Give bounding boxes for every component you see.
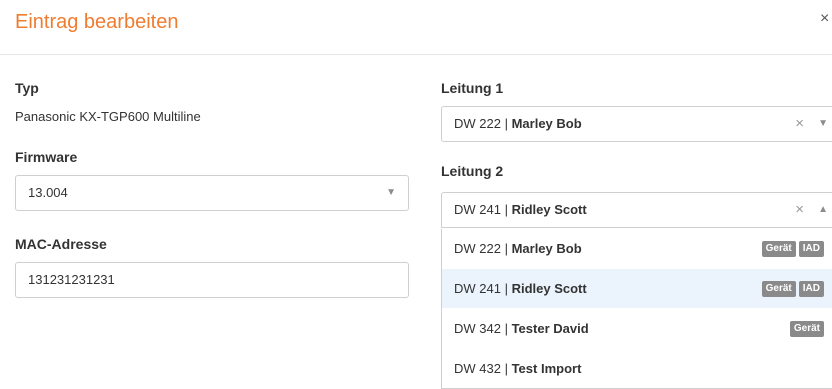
dialog-title: Eintrag bearbeiten	[15, 11, 179, 33]
badge-geraet: Gerät	[761, 240, 796, 257]
dropdown-option-selected[interactable]: DW 241 | Ridley Scott Gerät IAD	[442, 269, 832, 308]
typ-label: Typ	[15, 80, 39, 96]
mac-input[interactable]: 131231231231	[15, 262, 409, 298]
leitung2-label: Leitung 2	[441, 163, 504, 179]
badge-geraet: Gerät	[789, 320, 824, 337]
separator: |	[504, 116, 512, 131]
leitung2-dropdown: DW 222 | Marley Bob Gerät IAD DW 241 | R…	[441, 229, 832, 389]
option-name: Ridley Scott	[511, 281, 587, 296]
option-code: DW 342	[454, 321, 501, 336]
leitung1-label: Leitung 1	[441, 80, 504, 96]
close-icon[interactable]: ×	[820, 10, 829, 28]
option-code: DW 241	[454, 281, 501, 296]
leitung2-name: Ridley Scott	[511, 202, 587, 217]
leitung1-code: DW 222	[454, 116, 501, 131]
leitung1-name: Marley Bob	[511, 116, 582, 131]
dropdown-option[interactable]: DW 432 | Test Import	[442, 349, 832, 388]
option-badges: Gerät IAD	[761, 269, 824, 308]
typ-value: Panasonic KX-TGP600 Multiline	[15, 109, 201, 124]
clear-icon[interactable]: ×	[795, 193, 804, 227]
badge-iad: IAD	[798, 240, 824, 257]
leitung2-select[interactable]: DW 241 | Ridley Scott × ▲	[441, 192, 832, 228]
option-code: DW 432	[454, 361, 501, 376]
badge-geraet: Gerät	[761, 280, 796, 297]
mac-value: 131231231231	[28, 272, 115, 287]
firmware-value: 13.004	[28, 185, 68, 200]
dropdown-option[interactable]: DW 342 | Tester David Gerät	[442, 309, 832, 348]
firmware-select[interactable]: 13.004 ▼	[15, 175, 409, 211]
separator: |	[504, 202, 512, 217]
option-name: Marley Bob	[511, 241, 582, 256]
dropdown-option[interactable]: DW 222 | Marley Bob Gerät IAD	[442, 229, 832, 268]
option-name: Test Import	[511, 361, 582, 376]
leitung2-code: DW 241	[454, 202, 501, 217]
badge-iad: IAD	[798, 280, 824, 297]
caret-down-icon: ▼	[818, 118, 828, 129]
option-code: DW 222	[454, 241, 501, 256]
option-badges: Gerät IAD	[761, 229, 824, 268]
option-name: Tester David	[511, 321, 589, 336]
caret-up-icon: ▲	[818, 204, 828, 215]
clear-icon[interactable]: ×	[795, 107, 804, 141]
caret-down-icon: ▼	[386, 187, 396, 198]
leitung1-select[interactable]: DW 222 | Marley Bob × ▼	[441, 106, 832, 142]
mac-label: MAC-Adresse	[15, 236, 107, 252]
firmware-label: Firmware	[15, 149, 78, 165]
option-badges: Gerät	[789, 309, 824, 348]
dialog-header: Eintrag bearbeiten ×	[0, 0, 832, 55]
